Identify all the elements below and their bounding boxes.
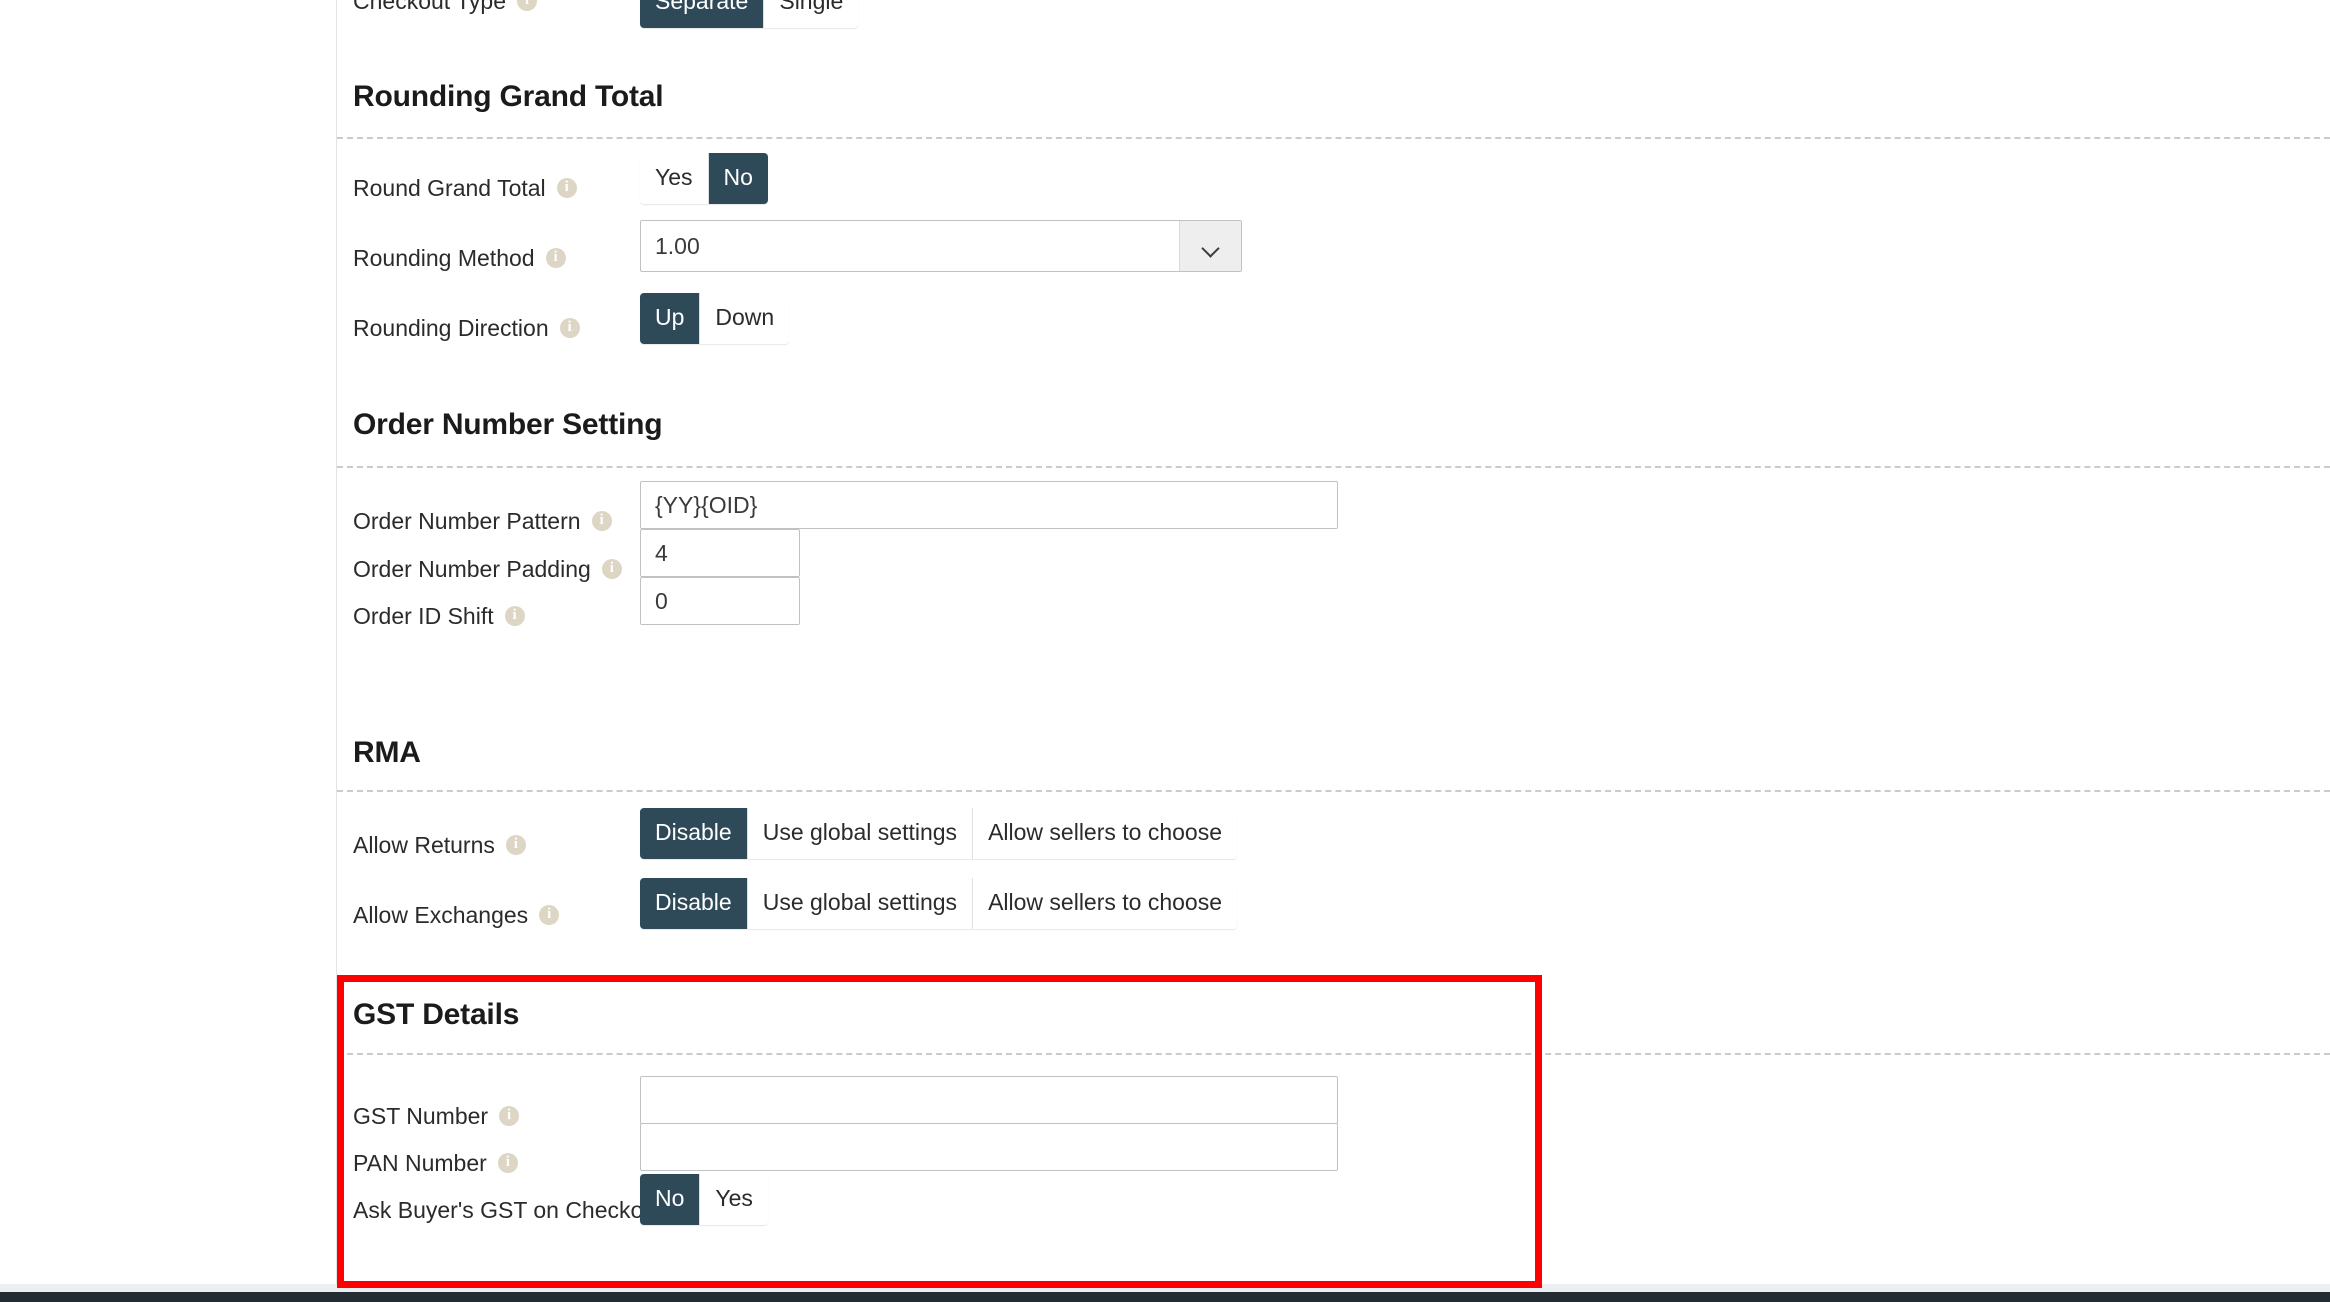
row-label-order-id-shift: Order ID Shift <box>337 603 525 630</box>
info-icon[interactable] <box>560 318 580 338</box>
label-text: Allow Exchanges <box>353 902 528 929</box>
row-label-order-number-padding: Order Number Padding <box>337 556 622 583</box>
seg-option-yes[interactable]: Yes <box>700 1174 768 1225</box>
input-order-id-shift[interactable] <box>640 577 800 625</box>
info-icon[interactable] <box>592 511 612 531</box>
row-round-grand-total: Round Grand Total Yes No <box>337 165 2330 211</box>
segmented-allow-returns[interactable]: Disable Use global settings Allow seller… <box>640 808 1237 859</box>
info-icon[interactable] <box>546 248 566 268</box>
seg-option-use-global-settings[interactable]: Use global settings <box>748 808 973 859</box>
seg-option-use-global-settings[interactable]: Use global settings <box>748 878 973 929</box>
input-gst-number[interactable] <box>640 1076 1338 1124</box>
row-label-rounding-method: Rounding Method <box>337 245 566 272</box>
label-text: Rounding Direction <box>353 315 549 342</box>
input-order-number-padding[interactable] <box>640 529 800 577</box>
seg-option-separate[interactable]: Separate <box>640 0 764 28</box>
label-text: Rounding Method <box>353 245 535 272</box>
seg-option-yes[interactable]: Yes <box>640 153 709 204</box>
segmented-rounding-direction[interactable]: Up Down <box>640 293 789 344</box>
row-order-number-pattern: Order Number Pattern <box>337 498 2330 544</box>
row-label-allow-returns: Allow Returns <box>337 832 526 859</box>
input-pan-number[interactable] <box>640 1123 1338 1171</box>
section-title-gst-details: GST Details <box>337 998 519 1032</box>
label-text: Ask Buyer's GST on Checkout <box>353 1197 663 1224</box>
segmented-round-grand-total[interactable]: Yes No <box>640 153 768 204</box>
seg-option-disable[interactable]: Disable <box>640 808 748 859</box>
settings-page: Checkout Type Separate Single Rounding G… <box>0 0 2330 1302</box>
seg-option-single[interactable]: Single <box>764 0 858 28</box>
settings-content-column: Checkout Type Separate Single Rounding G… <box>337 0 2330 1284</box>
row-label-order-number-pattern: Order Number Pattern <box>337 508 612 535</box>
input-order-number-pattern[interactable] <box>640 481 1338 529</box>
info-icon[interactable] <box>517 0 537 11</box>
info-icon[interactable] <box>499 1106 519 1126</box>
row-allow-returns: Allow Returns Disable Use global setting… <box>337 822 2330 868</box>
seg-option-no[interactable]: No <box>640 1174 700 1225</box>
row-label-rounding-direction: Rounding Direction <box>337 315 580 342</box>
info-icon[interactable] <box>539 905 559 925</box>
section-divider <box>337 137 2330 139</box>
row-rounding-method: Rounding Method 1.00 <box>337 235 2330 281</box>
label-text: Allow Returns <box>353 832 495 859</box>
section-divider <box>337 1053 2330 1055</box>
row-order-id-shift: Order ID Shift <box>337 593 2330 639</box>
label-text: Round Grand Total <box>353 175 546 202</box>
seg-option-allow-sellers-to-choose[interactable]: Allow sellers to choose <box>973 808 1237 859</box>
footer-dark-bar <box>0 1292 2330 1302</box>
row-allow-exchanges: Allow Exchanges Disable Use global setti… <box>337 892 2330 938</box>
checkout-type-label: Checkout Type <box>353 0 506 15</box>
segmented-allow-exchanges[interactable]: Disable Use global settings Allow seller… <box>640 878 1237 929</box>
section-divider <box>337 466 2330 468</box>
seg-option-allow-sellers-to-choose[interactable]: Allow sellers to choose <box>973 878 1237 929</box>
info-icon[interactable] <box>498 1153 518 1173</box>
seg-option-disable[interactable]: Disable <box>640 878 748 929</box>
row-order-number-padding: Order Number Padding <box>337 546 2330 592</box>
section-title-rounding-grand-total: Rounding Grand Total <box>337 80 663 114</box>
label-text: GST Number <box>353 1103 488 1130</box>
section-divider <box>337 790 2330 792</box>
select-rounding-method[interactable]: 1.00 <box>640 220 1242 272</box>
row-label-gst-number: GST Number <box>337 1103 519 1130</box>
label-text: Order Number Padding <box>353 556 591 583</box>
segmented-ask-buyers-gst[interactable]: No Yes <box>640 1174 768 1225</box>
row-checkout-type-clipped: Checkout Type Separate Single <box>337 0 2330 30</box>
info-icon[interactable] <box>505 606 525 626</box>
row-ask-buyers-gst-on-checkout: Ask Buyer's GST on Checkout No Yes <box>337 1187 2330 1233</box>
row-label-pan-number: PAN Number <box>337 1150 518 1177</box>
segmented-checkout-type[interactable]: Separate Single <box>640 0 858 28</box>
chevron-down-icon[interactable] <box>1179 221 1241 271</box>
section-title-rma: RMA <box>337 736 421 770</box>
section-title-order-number-setting: Order Number Setting <box>337 408 662 442</box>
select-rounding-method-value: 1.00 <box>641 221 1179 271</box>
footer-light-bar <box>0 1284 2330 1292</box>
info-icon[interactable] <box>506 835 526 855</box>
row-rounding-direction: Rounding Direction Up Down <box>337 305 2330 351</box>
label-text: PAN Number <box>353 1150 487 1177</box>
seg-option-down[interactable]: Down <box>700 293 789 344</box>
info-icon[interactable] <box>557 178 577 198</box>
seg-option-no[interactable]: No <box>709 153 768 204</box>
row-label-checkout-type: Checkout Type <box>337 0 537 15</box>
row-pan-number: PAN Number <box>337 1140 2330 1186</box>
row-label-round-grand-total: Round Grand Total <box>337 175 577 202</box>
label-text: Order Number Pattern <box>353 508 581 535</box>
seg-option-up[interactable]: Up <box>640 293 700 344</box>
info-icon[interactable] <box>602 559 622 579</box>
label-text: Order ID Shift <box>353 603 494 630</box>
row-label-allow-exchanges: Allow Exchanges <box>337 902 559 929</box>
